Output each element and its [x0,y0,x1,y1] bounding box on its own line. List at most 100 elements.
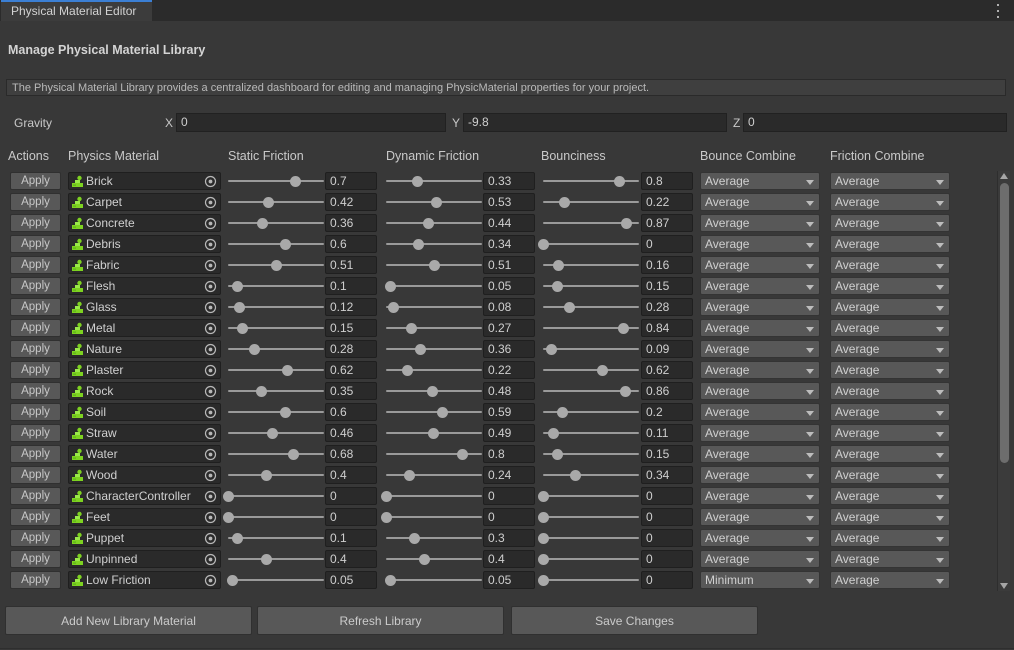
bounce-combine-dropdown[interactable]: Average [700,508,820,526]
object-picker-icon[interactable] [203,342,218,357]
bounciness-slider[interactable] [543,382,639,400]
object-picker-icon[interactable] [203,237,218,252]
material-object-field[interactable]: Glass [68,298,221,316]
bounciness-value-input[interactable]: 0 [641,508,693,526]
slider-handle[interactable] [232,533,244,544]
bounciness-value-input[interactable]: 0.8 [641,172,693,190]
slider-handle[interactable] [546,344,558,355]
apply-button[interactable]: Apply [10,340,61,358]
slider-handle[interactable] [222,491,234,502]
friction-combine-dropdown[interactable]: Average [830,214,950,232]
slider-handle[interactable] [537,575,549,586]
material-object-field[interactable]: Debris [68,235,221,253]
static-friction-value-input[interactable]: 0.36 [325,214,377,232]
static-friction-slider[interactable] [228,445,324,463]
gravity-x-input[interactable]: 0 [176,113,446,132]
bounciness-value-input[interactable]: 0.11 [641,424,693,442]
bounce-combine-dropdown[interactable]: Average [700,319,820,337]
bounciness-slider[interactable] [543,466,639,484]
slider-handle[interactable] [537,512,549,523]
refresh-library-button[interactable]: Refresh Library [257,606,504,635]
slider-handle[interactable] [380,491,392,502]
static-friction-value-input[interactable]: 0 [325,487,377,505]
dynamic-friction-value-input[interactable]: 0.05 [483,571,535,589]
bounciness-slider[interactable] [537,235,639,253]
slider-handle[interactable] [597,365,609,376]
bounciness-slider[interactable] [543,214,639,232]
static-friction-value-input[interactable]: 0.1 [325,529,377,547]
bounce-combine-dropdown[interactable]: Average [700,382,820,400]
slider-handle[interactable] [260,554,272,565]
bounciness-slider[interactable] [543,193,639,211]
static-friction-value-input[interactable]: 0.05 [325,571,377,589]
friction-combine-dropdown[interactable]: Average [830,508,950,526]
slider-handle[interactable] [556,407,568,418]
bounce-combine-dropdown[interactable]: Average [700,277,820,295]
static-friction-value-input[interactable]: 0.6 [325,235,377,253]
apply-button[interactable]: Apply [10,445,61,463]
dynamic-friction-value-input[interactable]: 0.24 [483,466,535,484]
kebab-menu-icon[interactable] [992,4,1004,18]
object-picker-icon[interactable] [203,510,218,525]
bounce-combine-dropdown[interactable]: Average [700,298,820,316]
dynamic-friction-slider[interactable] [386,340,482,358]
bounciness-value-input[interactable]: 0 [641,550,693,568]
apply-button[interactable]: Apply [10,424,61,442]
bounciness-slider[interactable] [543,256,639,274]
dynamic-friction-slider[interactable] [386,256,482,274]
object-picker-icon[interactable] [203,195,218,210]
object-picker-icon[interactable] [203,468,218,483]
bounciness-slider[interactable] [543,319,639,337]
slider-handle[interactable] [385,575,397,586]
scroll-down-arrow-icon[interactable] [1000,583,1008,589]
dynamic-friction-value-input[interactable]: 0.4 [483,550,535,568]
static-friction-slider[interactable] [227,571,324,589]
friction-combine-dropdown[interactable]: Average [830,571,950,589]
slider-handle[interactable] [537,239,549,250]
apply-button[interactable]: Apply [10,529,61,547]
slider-handle[interactable] [457,449,469,460]
dynamic-friction-value-input[interactable]: 0 [483,508,535,526]
bounce-combine-dropdown[interactable]: Average [700,550,820,568]
dynamic-friction-value-input[interactable]: 0.48 [483,382,535,400]
bounce-combine-dropdown[interactable]: Average [700,256,820,274]
apply-button[interactable]: Apply [10,277,61,295]
slider-handle[interactable] [426,386,438,397]
apply-button[interactable]: Apply [10,256,61,274]
object-picker-icon[interactable] [203,258,218,273]
friction-combine-dropdown[interactable]: Average [830,487,950,505]
static-friction-slider[interactable] [228,298,324,316]
slider-handle[interactable] [558,197,570,208]
slider-handle[interactable] [412,176,424,187]
static-friction-slider[interactable] [228,277,324,295]
dynamic-friction-value-input[interactable]: 0.22 [483,361,535,379]
apply-button[interactable]: Apply [10,382,61,400]
material-object-field[interactable]: Rock [68,382,221,400]
bounce-combine-dropdown[interactable]: Average [700,424,820,442]
slider-handle[interactable] [429,260,441,271]
friction-combine-dropdown[interactable]: Average [830,445,950,463]
slider-handle[interactable] [427,428,439,439]
slider-handle[interactable] [260,470,272,481]
dynamic-friction-slider[interactable] [386,550,482,568]
bounciness-value-input[interactable]: 0 [641,529,693,547]
bounciness-slider[interactable] [543,340,639,358]
object-picker-icon[interactable] [203,489,218,504]
bounce-combine-dropdown[interactable]: Average [700,214,820,232]
object-picker-icon[interactable] [203,573,218,588]
slider-handle[interactable] [388,302,400,313]
slider-handle[interactable] [564,302,576,313]
apply-button[interactable]: Apply [10,466,61,484]
static-friction-value-input[interactable]: 0.28 [325,340,377,358]
object-picker-icon[interactable] [203,531,218,546]
friction-combine-dropdown[interactable]: Average [830,382,950,400]
vertical-scrollbar[interactable] [997,171,1010,591]
static-friction-slider[interactable] [228,235,324,253]
material-object-field[interactable]: Low Friction [68,571,221,589]
object-picker-icon[interactable] [203,174,218,189]
bounciness-slider[interactable] [543,277,639,295]
static-friction-slider[interactable] [222,508,324,526]
apply-button[interactable]: Apply [10,550,61,568]
bounce-combine-dropdown[interactable]: Average [700,193,820,211]
static-friction-value-input[interactable]: 0.42 [325,193,377,211]
